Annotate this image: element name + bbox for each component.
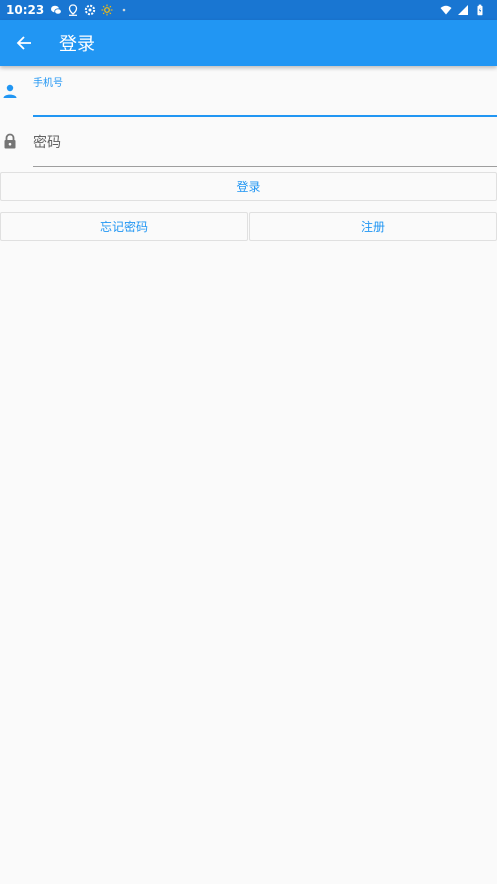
location-icon xyxy=(67,4,79,16)
status-bar: 10:23 xyxy=(0,0,497,20)
register-label: 注册 xyxy=(360,220,385,234)
dot-icon xyxy=(118,4,130,16)
password-field-row xyxy=(0,118,497,168)
wechat-icon xyxy=(50,4,62,16)
password-input[interactable] xyxy=(33,131,497,155)
password-underline xyxy=(33,166,497,167)
phone-field: 手机号 xyxy=(33,66,497,118)
forgot-password-button[interactable]: 忘记密码 xyxy=(0,212,248,241)
wifi-icon xyxy=(440,4,452,16)
lock-icon xyxy=(1,132,19,150)
phone-underline xyxy=(33,115,497,117)
forgot-password-label: 忘记密码 xyxy=(99,220,148,234)
register-button[interactable]: 注册 xyxy=(249,212,497,241)
phone-field-label: 手机号 xyxy=(33,78,63,89)
settings-icon xyxy=(84,4,96,16)
page-title: 登录 xyxy=(59,34,95,55)
phone-field-row: 手机号 xyxy=(0,66,497,118)
arrow-left-icon xyxy=(16,35,32,51)
brightness-icon xyxy=(101,4,113,16)
login-button[interactable]: 登录 xyxy=(0,172,497,201)
password-field xyxy=(33,118,497,168)
login-button-label: 登录 xyxy=(236,180,261,194)
person-icon xyxy=(1,82,19,100)
status-time: 10:23 xyxy=(6,3,45,17)
phone-input[interactable] xyxy=(33,90,497,114)
back-button[interactable] xyxy=(13,32,35,54)
app-bar: 登录 xyxy=(0,20,497,66)
battery-icon xyxy=(474,4,486,16)
signal-icon xyxy=(457,4,469,16)
